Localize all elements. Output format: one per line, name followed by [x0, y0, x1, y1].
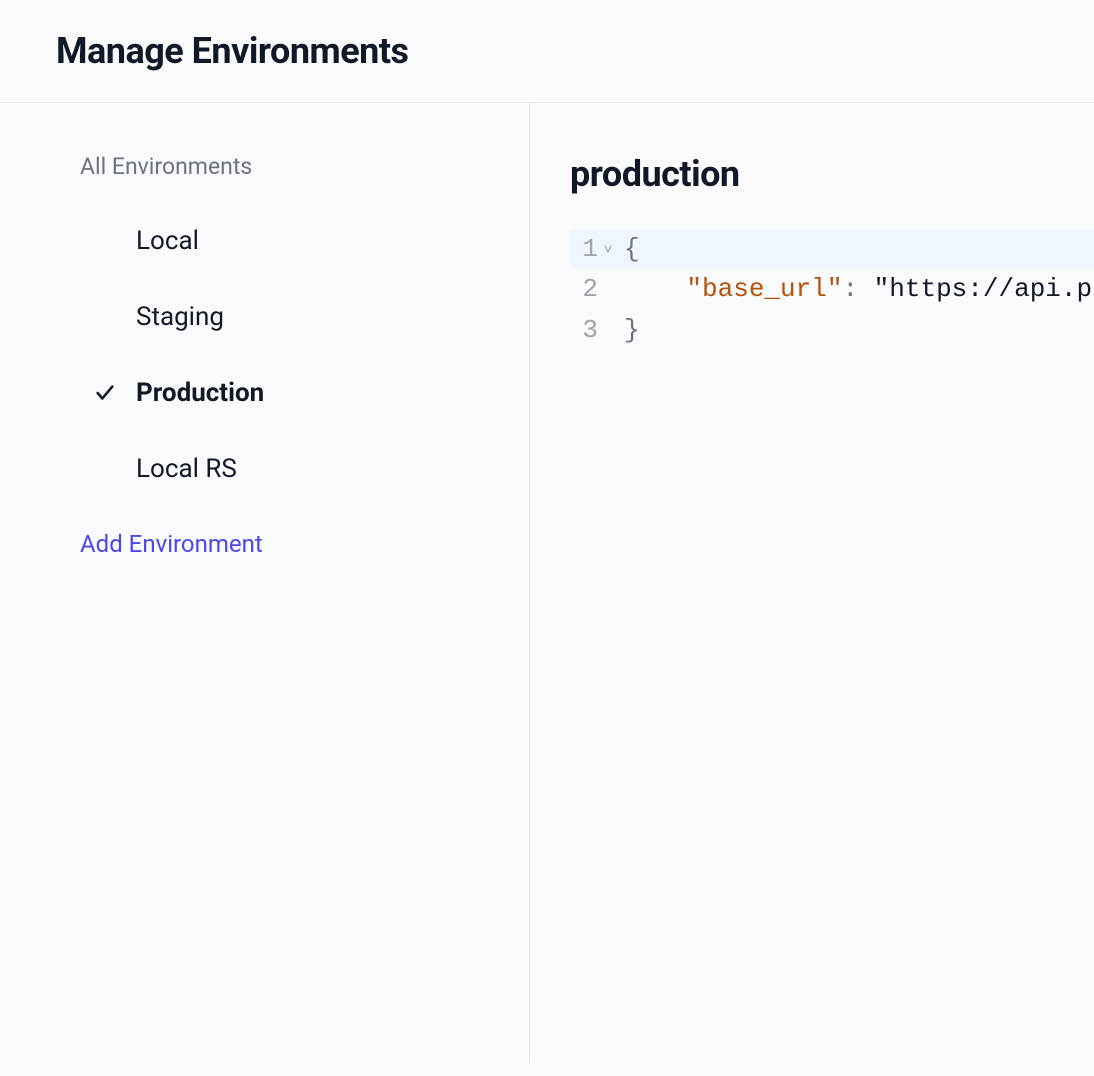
environment-item-label: Local — [136, 226, 199, 256]
check-icon — [94, 382, 116, 404]
page-title: Manage Environments — [56, 30, 1038, 72]
line-number: 2 — [570, 269, 598, 309]
environment-title: production — [570, 153, 1094, 195]
code-token: "https://api.p — [874, 274, 1092, 304]
environment-detail: production 1˅ {2 "base_url": "https://api… — [530, 103, 1094, 1062]
code-content: } — [618, 310, 640, 350]
environment-item-label: Staging — [136, 302, 224, 332]
code-content: "base_url": "https://api.p — [618, 269, 1092, 309]
content-area: All Environments LocalStagingProductionL… — [0, 103, 1094, 1062]
editor-line[interactable]: 2 "base_url": "https://api.p — [570, 269, 1094, 309]
environment-item[interactable]: Local RS — [80, 454, 489, 484]
sidebar-heading: All Environments — [80, 153, 489, 180]
environment-item[interactable]: Production — [80, 378, 489, 408]
code-token: "base_url" — [686, 274, 842, 304]
environment-item[interactable]: Local — [80, 226, 489, 256]
add-environment-button[interactable]: Add Environment — [80, 530, 489, 558]
line-number: 1 — [570, 229, 598, 269]
editor-line[interactable]: 3} — [570, 310, 1094, 350]
json-editor[interactable]: 1˅{2 "base_url": "https://api.p3} — [570, 229, 1094, 350]
code-token: : — [842, 274, 873, 304]
line-number: 3 — [570, 310, 598, 350]
environments-sidebar: All Environments LocalStagingProductionL… — [0, 103, 530, 1062]
environment-item[interactable]: Staging — [80, 302, 489, 332]
environment-list: Local Staging Production Local RS — [80, 226, 489, 484]
environment-item-label: Local RS — [136, 454, 237, 484]
fold-toggle-icon[interactable]: ˅ — [598, 239, 618, 262]
code-content: { — [618, 229, 640, 269]
code-token: { — [624, 234, 640, 264]
page-header: Manage Environments — [0, 0, 1094, 103]
check-slot — [80, 382, 136, 404]
code-token: } — [624, 315, 640, 345]
editor-line[interactable]: 1˅ { — [570, 229, 1094, 269]
environment-item-label: Production — [136, 378, 264, 408]
